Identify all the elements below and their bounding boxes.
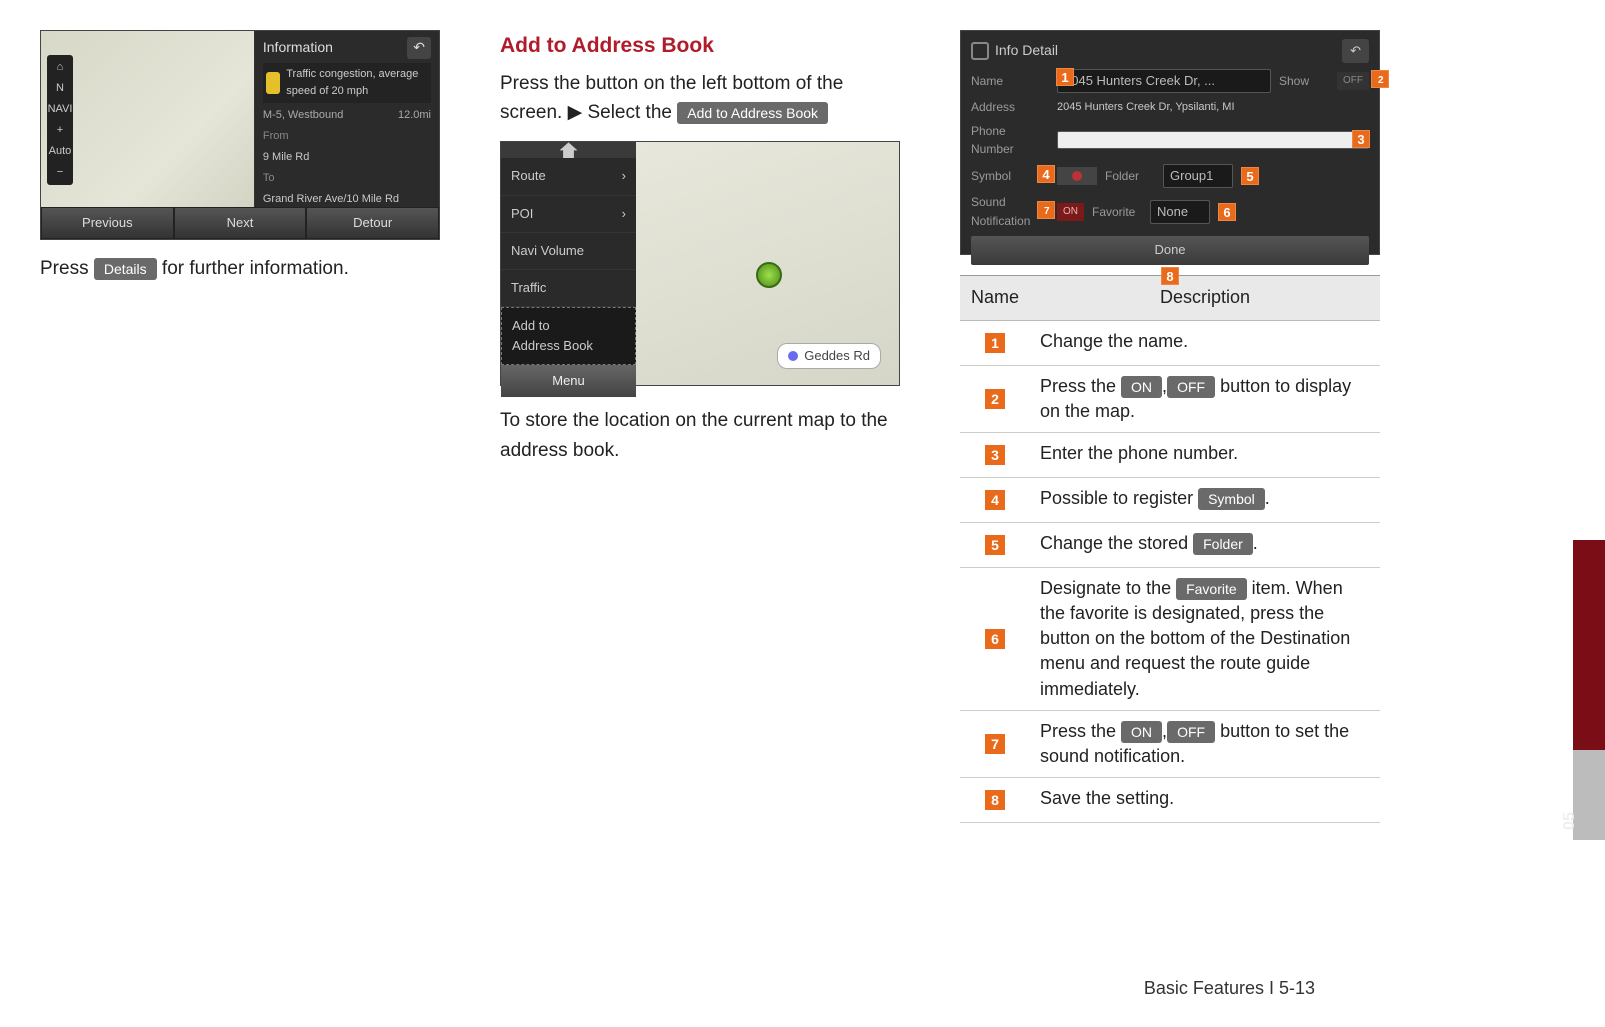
active-section-tab	[1573, 540, 1605, 750]
name-label: Name	[971, 72, 1049, 91]
th-name: Name	[960, 276, 1030, 321]
row-description: Change the stored Folder.	[1030, 522, 1380, 567]
previous-button: Previous	[41, 207, 174, 239]
folder-label: Folder	[1105, 167, 1155, 186]
menu-item-route: Route›	[501, 158, 636, 195]
info-title: Information	[263, 37, 333, 59]
traffic-alert: Traffic congestion, average speed of 20 …	[263, 63, 431, 103]
row-description: Possible to register Symbol.	[1030, 478, 1380, 523]
row-marker: 3	[960, 433, 1030, 478]
favorite-label: Favorite	[1092, 203, 1142, 222]
menu-map-screenshot: Route› POI› Navi Volume Traffic Add to A…	[500, 141, 900, 386]
phone-label: Phone Number	[971, 122, 1049, 159]
home-icon	[560, 142, 578, 158]
symbol-field: 4	[1057, 167, 1097, 185]
home-button	[501, 142, 636, 158]
from-value: 9 Mile Rd	[263, 149, 431, 166]
page-footer: Basic Features I 5-13	[1144, 978, 1315, 999]
back-icon: ↶	[407, 37, 431, 59]
from-label: From	[263, 128, 431, 145]
row-description: Save the setting.	[1030, 778, 1380, 823]
info-detail-title: Info Detail	[971, 40, 1058, 62]
location-pin-icon	[756, 262, 782, 288]
menu-button: Menu	[501, 365, 636, 397]
map-zoom-controls: ⌂ N NAVI + Auto −	[47, 55, 73, 185]
row-description: Designate to the Favorite item. When the…	[1030, 567, 1380, 710]
row-marker: 6	[960, 567, 1030, 710]
road-label: Geddes Rd	[777, 343, 881, 369]
direction-text: M-5, Westbound	[263, 107, 344, 124]
menu-item-traffic: Traffic	[501, 270, 636, 307]
distance-text: 12.0mi	[398, 107, 431, 124]
description-table: Name Description 1Change the name.2Press…	[960, 275, 1380, 823]
menu-item-add-address-book: Add to Address Book	[501, 307, 636, 365]
show-label: Show	[1279, 72, 1329, 91]
row-marker: 1	[960, 320, 1030, 365]
to-label: To	[263, 170, 431, 187]
row-description: Enter the phone number.	[1030, 433, 1380, 478]
row-description: Press the ON,OFF button to set the sound…	[1030, 710, 1380, 777]
menu-item-navi-volume: Navi Volume	[501, 233, 636, 270]
address-label: Address	[971, 98, 1049, 117]
row-marker: 8	[960, 778, 1030, 823]
row-marker: 4	[960, 478, 1030, 523]
detour-button: Detour	[306, 207, 439, 239]
row-description: Change the name.	[1030, 320, 1380, 365]
show-toggle: OFF 2	[1337, 72, 1369, 90]
back-icon: ↶	[1342, 39, 1369, 63]
menu-item-poi: POI›	[501, 196, 636, 233]
row-marker: 7	[960, 710, 1030, 777]
info-detail-screenshot: Info Detail ↶ Name 2045 Hunters Creek Dr…	[960, 30, 1380, 255]
col1-text: Press Details for further information.	[40, 254, 440, 283]
next-button: Next	[174, 207, 307, 239]
side-menu: Route› POI› Navi Volume Traffic Add to A…	[501, 142, 636, 385]
phone-field: 3	[1057, 131, 1369, 149]
favorite-field: None	[1150, 200, 1210, 224]
row-marker: 5	[960, 522, 1030, 567]
nav-info-screenshot: ⌂ N NAVI + Auto − Information ↶ Traffic …	[40, 30, 440, 240]
section-heading: Add to Address Book	[500, 30, 900, 63]
name-field: 2045 Hunters Creek Dr, ... 1	[1057, 69, 1271, 93]
address-value: 2045 Hunters Creek Dr, Ypsilanti, MI	[1057, 99, 1235, 116]
warning-icon	[266, 72, 280, 94]
side-tabs: 05	[1345, 0, 1605, 1027]
col2-p2: To store the location on the current map…	[500, 406, 900, 465]
col2-p1: Press the button on the left bottom of t…	[500, 69, 900, 128]
details-ui-button: Details	[94, 258, 157, 280]
done-button: Done 8	[971, 236, 1369, 264]
th-description: Description	[1030, 276, 1380, 321]
map-area: Geddes Rd	[636, 142, 899, 385]
row-marker: 2	[960, 365, 1030, 432]
section-number-tab: 05	[1573, 750, 1605, 840]
sound-toggle: ON 7	[1057, 203, 1084, 221]
add-to-address-book-ui-button: Add to Address Book	[677, 102, 828, 124]
folder-field: Group1	[1163, 164, 1233, 188]
to-value: Grand River Ave/10 Mile Rd	[263, 191, 431, 208]
row-description: Press the ON,OFF button to display on th…	[1030, 365, 1380, 432]
